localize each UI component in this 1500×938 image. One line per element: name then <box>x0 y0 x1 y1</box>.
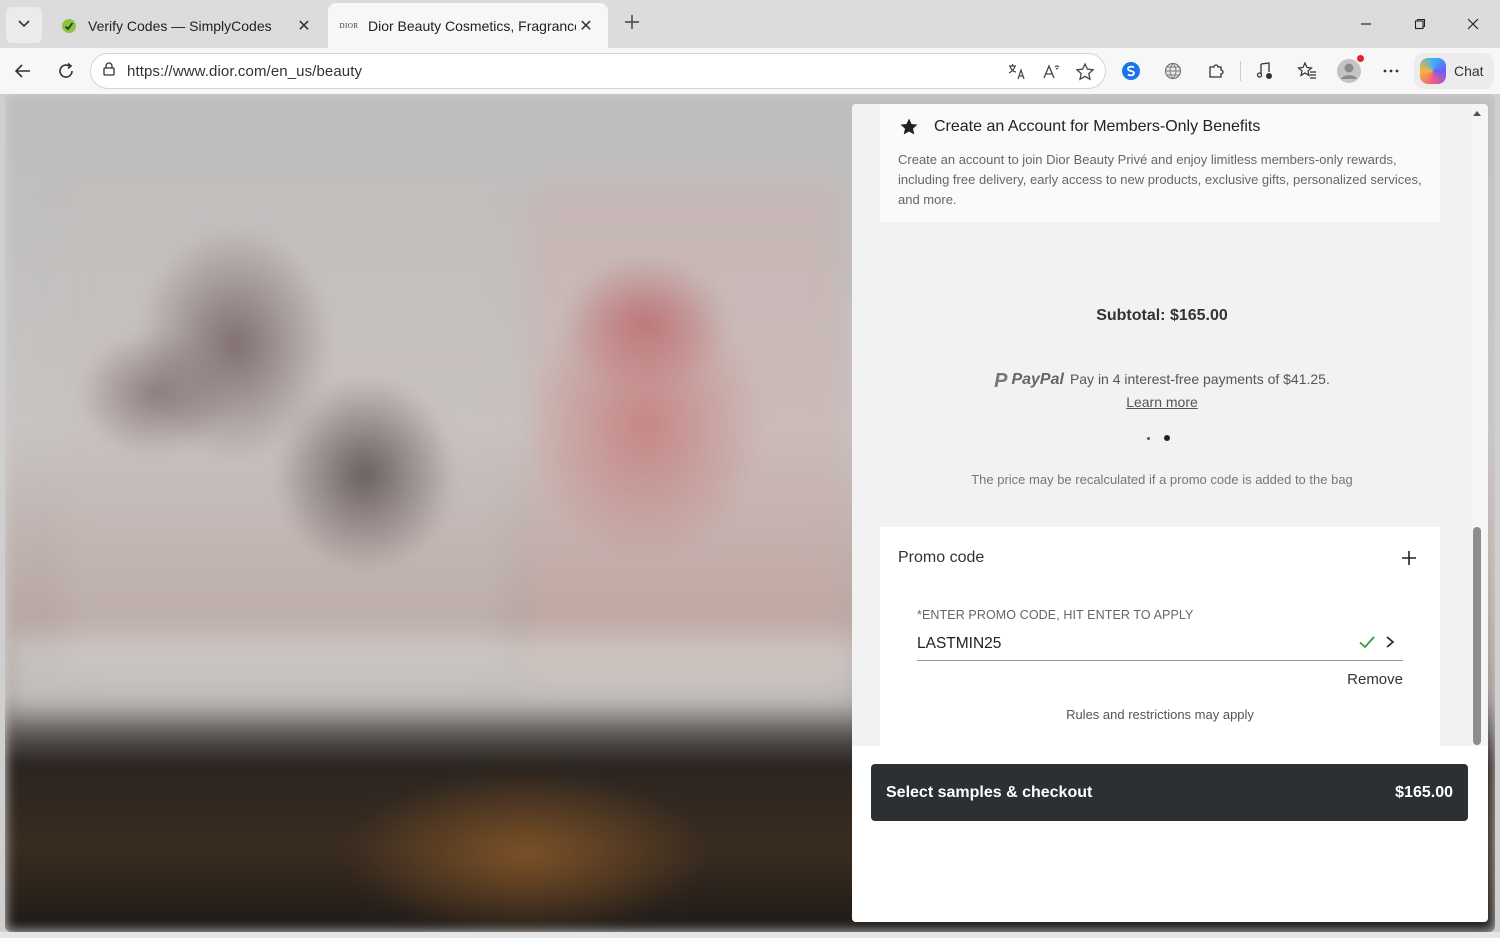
favorite-star-icon[interactable] <box>1071 58 1099 86</box>
price-recalc-notice: The price may be recalculated if a promo… <box>971 472 1353 487</box>
tab-close-button[interactable]: ✕ <box>294 16 314 36</box>
chevron-right-icon <box>1386 636 1395 648</box>
minimize-icon <box>1361 23 1371 25</box>
plus-icon <box>1402 551 1416 565</box>
tab-title: Dior Beauty Cosmetics, Fragrance, <box>368 17 576 34</box>
simplycodes-icon <box>60 17 78 35</box>
subtotal: Subtotal: $165.00 <box>1096 307 1228 324</box>
shopping-bag-drawer: Create an Account for Members-Only Benef… <box>852 104 1488 922</box>
remove-promo-button[interactable]: Remove <box>1347 671 1403 688</box>
new-tab-button[interactable] <box>618 10 646 38</box>
extensions-area <box>1117 55 1405 85</box>
restore-button[interactable] <box>1393 0 1447 48</box>
minimize-button[interactable] <box>1339 0 1393 48</box>
copilot-chat-button[interactable]: Chat <box>1414 53 1494 89</box>
tab-close-button[interactable]: ✕ <box>576 16 596 36</box>
restore-icon <box>1414 18 1426 30</box>
lock-icon[interactable] <box>101 61 117 82</box>
blurred-shelf <box>5 634 865 714</box>
paypal-logo: PayPal <box>1011 371 1064 388</box>
promo-rules-text: Rules and restrictions may apply <box>1066 707 1254 722</box>
notification-dot-icon <box>1357 55 1364 62</box>
read-aloud-icon[interactable] <box>1037 58 1065 86</box>
checkout-price: $165.00 <box>1395 783 1453 801</box>
promo-field-label: *ENTER PROMO CODE, HIT ENTER TO APPLY <box>917 608 1194 622</box>
carousel-dots <box>1147 435 1170 441</box>
dior-icon: DIOR <box>339 21 359 30</box>
translate-icon[interactable] <box>1003 58 1031 86</box>
close-icon <box>1467 18 1479 30</box>
vpn-globe-icon[interactable] <box>1159 57 1187 85</box>
carousel-dot[interactable] <box>1147 436 1150 440</box>
chat-label: Chat <box>1454 63 1484 79</box>
account-card-description: Create an account to join Dior Beauty Pr… <box>898 152 1422 207</box>
back-arrow-icon <box>14 64 30 78</box>
promo-expand-button[interactable] <box>1398 547 1420 569</box>
simplycodes-extension-icon[interactable] <box>1117 57 1145 85</box>
blurred-image-left <box>65 184 505 674</box>
scroll-up-arrow-icon[interactable] <box>1472 108 1482 118</box>
promo-code-card: Promo code *ENTER PROMO CODE, HIT ENTER … <box>880 527 1440 746</box>
account-benefits-card: Create an Account for Members-Only Benef… <box>880 104 1440 222</box>
promo-code-input[interactable] <box>917 627 1403 661</box>
profile-avatar[interactable] <box>1335 55 1364 85</box>
scrollbar-thumb[interactable] <box>1473 527 1481 745</box>
checkout-label: Select samples & checkout <box>886 783 1093 801</box>
chevron-down-icon <box>17 16 31 35</box>
refresh-button[interactable] <box>49 54 83 88</box>
page-viewport: Create an Account for Members-Only Benef… <box>5 94 1495 932</box>
drawer-scroll-content[interactable]: Create an Account for Members-Only Benef… <box>852 104 1472 746</box>
star-icon <box>898 116 920 138</box>
paypal-installment-text: Pay in 4 interest-free payments of $41.2… <box>1069 371 1330 387</box>
paypal-message: P PayPal Pay in 4 interest-free payments o… <box>852 370 1472 393</box>
account-card-title: Create an Account for Members-Only Benef… <box>934 118 1261 135</box>
checkmark-icon <box>1356 631 1378 653</box>
url-text[interactable]: https://www.dior.com/en_us/beauty <box>127 63 362 80</box>
back-button[interactable] <box>6 54 40 88</box>
address-bar[interactable]: https://www.dior.com/en_us/beauty <box>90 53 1106 89</box>
extensions-puzzle-icon[interactable] <box>1202 57 1230 85</box>
paypal-learn-more-link[interactable]: Learn more <box>852 394 1472 410</box>
paypal-icon: P <box>994 370 1008 392</box>
blurred-image-right <box>525 184 845 684</box>
tab-dior[interactable]: DIOR Dior Beauty Cosmetics, Fragrance, ✕ <box>328 3 608 48</box>
toolbar-divider <box>1240 61 1241 81</box>
close-window-button[interactable] <box>1446 0 1500 48</box>
tab-strip: Verify Codes — SimplyCodes ✕ DIOR Dior B… <box>0 0 1500 48</box>
favorites-icon[interactable] <box>1293 57 1321 85</box>
checkout-button[interactable]: Select samples & checkout $165.00 <box>871 764 1468 821</box>
plus-icon <box>623 10 641 38</box>
carousel-dot-active[interactable] <box>1164 435 1170 441</box>
tab-actions-menu-button[interactable] <box>6 7 42 43</box>
promo-code-title[interactable]: Promo code <box>898 549 984 567</box>
copilot-icon <box>1420 58 1446 84</box>
window-bottom-edge <box>0 932 1500 938</box>
refresh-icon <box>59 62 73 78</box>
media-control-icon[interactable] <box>1251 57 1279 85</box>
drawer-scrollbar[interactable] <box>1470 104 1484 746</box>
checkout-footer: Select samples & checkout $165.00 <box>852 746 1488 922</box>
tab-title: Verify Codes — SimplyCodes <box>88 17 272 34</box>
browser-toolbar: https://www.dior.com/en_us/beauty Chat <box>0 48 1500 94</box>
apply-promo-button[interactable] <box>1380 631 1400 653</box>
tab-simplycodes[interactable]: Verify Codes — SimplyCodes ✕ <box>48 3 326 48</box>
more-options-icon[interactable] <box>1377 57 1405 85</box>
